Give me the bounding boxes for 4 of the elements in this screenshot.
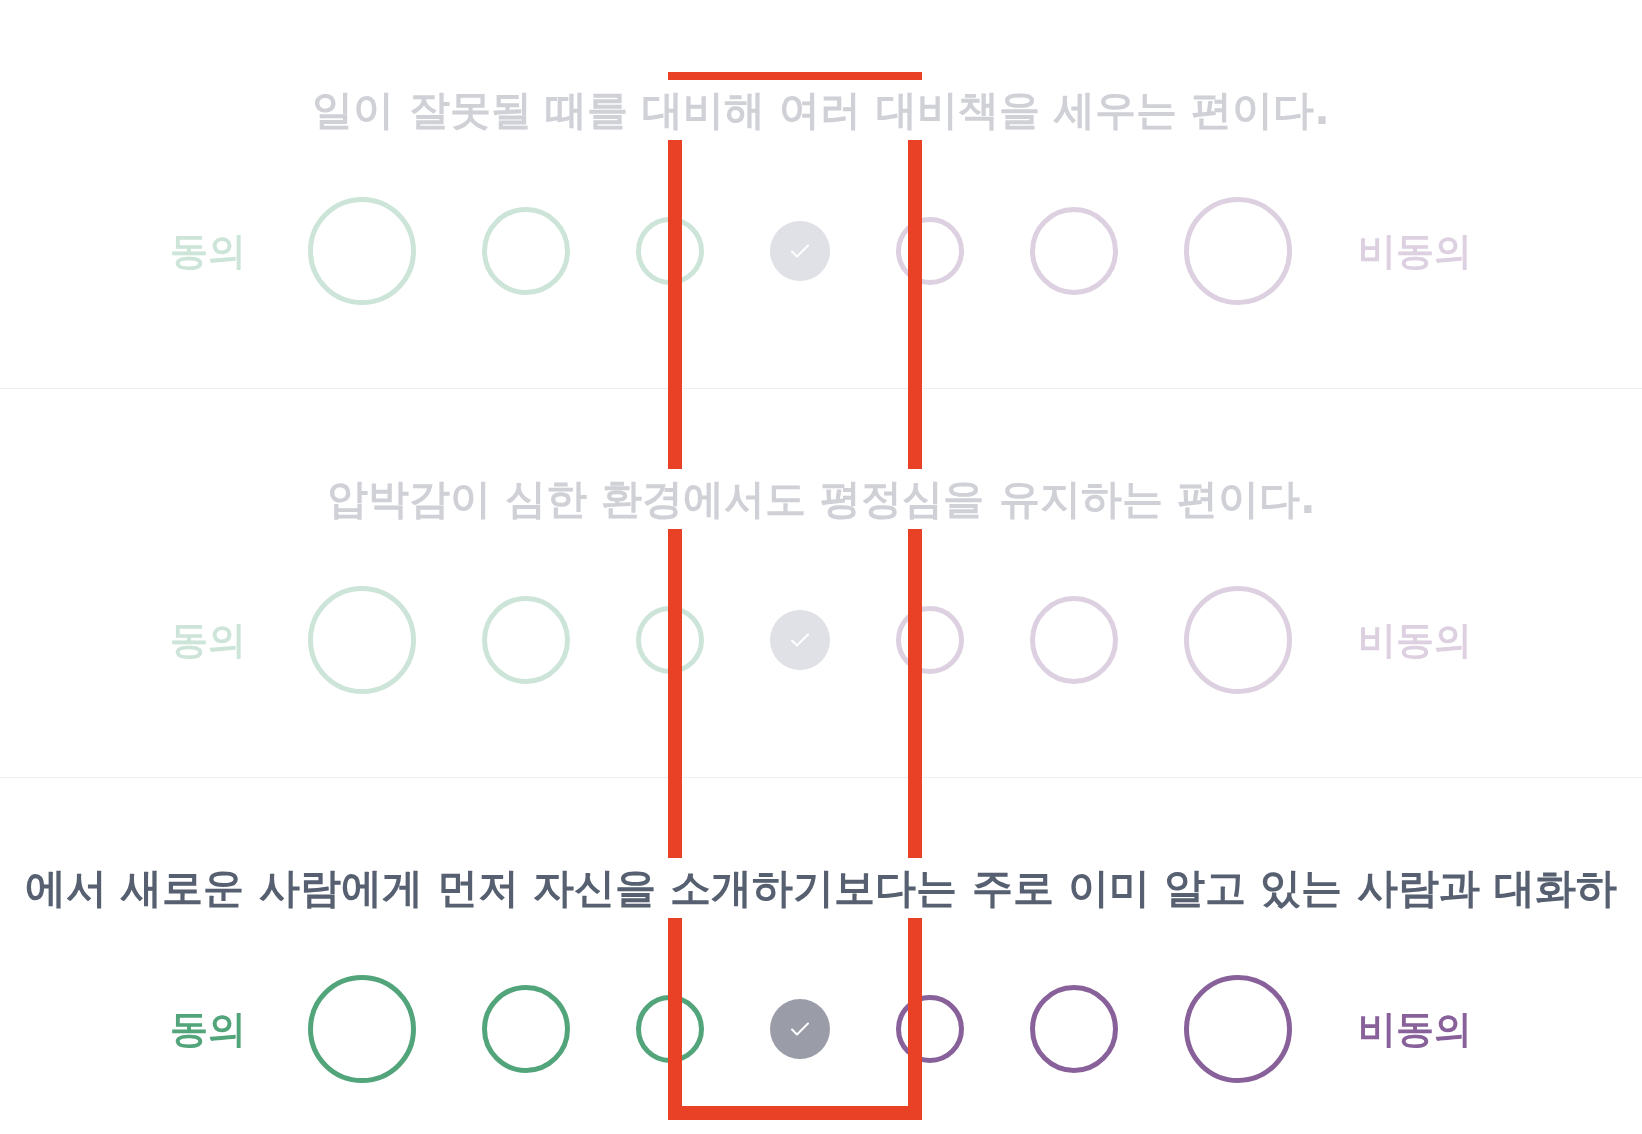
question-text: 에서 새로운 사람에게 먼저 자신을 소개하기보다는 주로 이미 알고 있는 사람과 대화하 [25,858,1617,918]
agree-label: 동의 [170,1005,246,1053]
disagree-label: 비동의 [1358,1005,1472,1053]
answer-option[interactable] [770,999,830,1059]
